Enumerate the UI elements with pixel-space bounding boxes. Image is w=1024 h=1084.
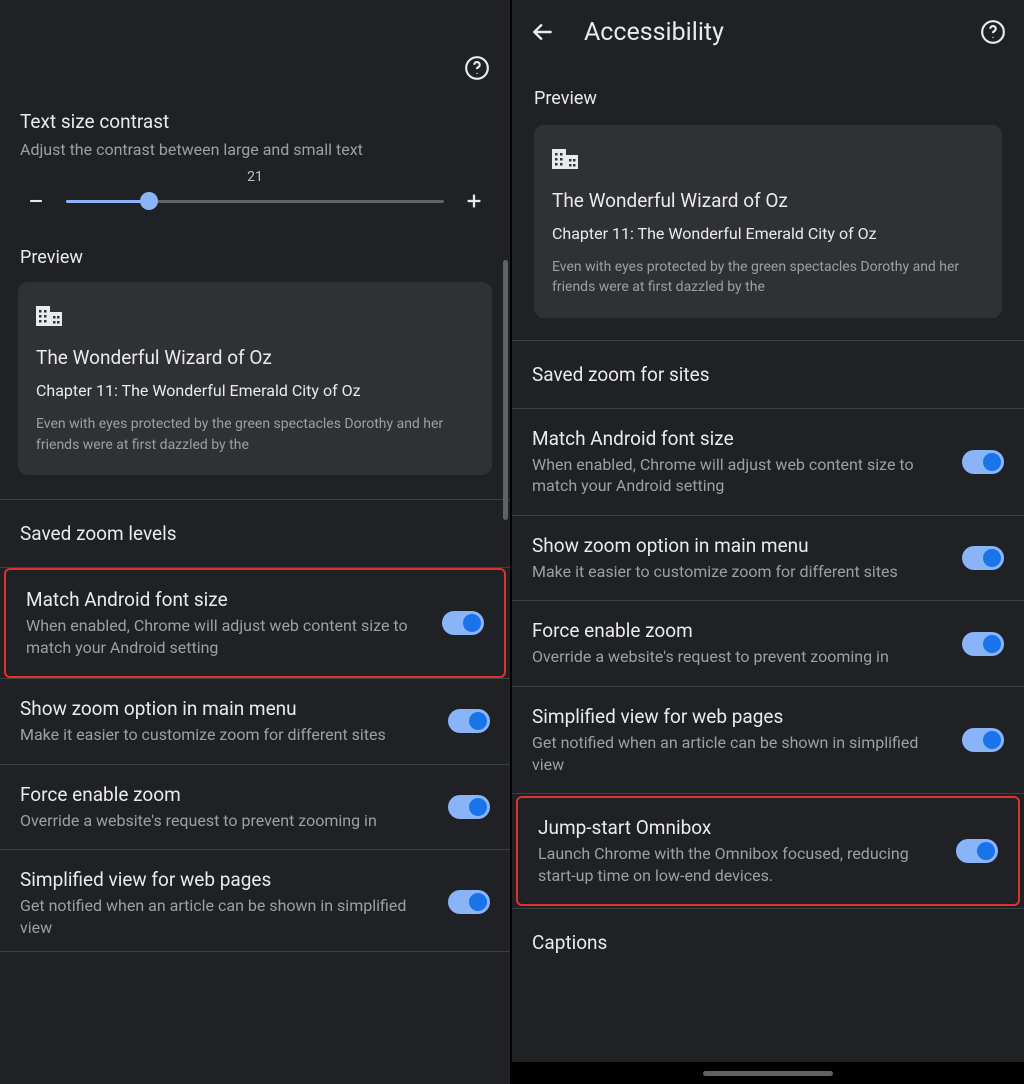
section-subtitle: Adjust the contrast between large and sm…	[20, 139, 490, 161]
right-panel: Accessibility Preview	[512, 0, 1024, 1084]
jump-start-toggle[interactable]	[956, 839, 998, 863]
preview-card: The Wonderful Wizard of Oz Chapter 11: T…	[18, 282, 492, 475]
page-title: Accessibility	[584, 18, 952, 47]
nav-handle[interactable]	[703, 1071, 833, 1076]
preview-label: Preview	[512, 64, 1024, 125]
force-zoom-toggle[interactable]	[962, 632, 1004, 656]
jump-start-omnibox-row[interactable]: Jump-start Omnibox Launch Chrome with th…	[518, 798, 1018, 904]
match-android-font-size-row[interactable]: Match Android font size When enabled, Ch…	[6, 570, 504, 676]
help-icon[interactable]	[980, 19, 1006, 45]
left-panel: Text size contrast Adjust the contrast b…	[0, 0, 512, 1084]
plus-icon[interactable]	[462, 189, 486, 213]
help-icon[interactable]	[464, 55, 490, 81]
preview-label: Preview	[0, 241, 510, 282]
force-enable-zoom-row[interactable]: Force enable zoom Override a website's r…	[0, 765, 510, 850]
preview-title: The Wonderful Wizard of Oz	[552, 189, 984, 212]
building-icon	[36, 302, 474, 330]
saved-zoom-levels-row[interactable]: Saved zoom levels	[0, 500, 510, 567]
slider-value: 21	[247, 169, 263, 185]
preview-body: Even with eyes protected by the green sp…	[36, 414, 474, 455]
preview-title: The Wonderful Wizard of Oz	[36, 346, 474, 369]
simplified-view-row[interactable]: Simplified view for web pages Get notifi…	[512, 687, 1024, 793]
show-zoom-toggle[interactable]	[448, 709, 490, 733]
simplified-view-toggle[interactable]	[448, 890, 490, 914]
match-android-toggle[interactable]	[962, 450, 1004, 474]
minus-icon[interactable]	[24, 189, 48, 213]
simplified-view-toggle[interactable]	[962, 728, 1004, 752]
saved-zoom-for-sites-row[interactable]: Saved zoom for sites	[512, 341, 1024, 408]
back-icon[interactable]	[530, 19, 556, 45]
section-title: Text size contrast	[20, 110, 490, 133]
slider-thumb[interactable]	[140, 192, 158, 210]
captions-row[interactable]: Captions	[512, 909, 1024, 976]
force-zoom-toggle[interactable]	[448, 795, 490, 819]
highlight-match-android: Match Android font size When enabled, Ch…	[4, 568, 506, 678]
contrast-slider[interactable]	[66, 200, 444, 203]
header: Accessibility	[512, 0, 1024, 64]
nav-bar	[512, 1062, 1024, 1084]
text-size-contrast-section: Text size contrast Adjust the contrast b…	[0, 92, 510, 169]
show-zoom-option-row[interactable]: Show zoom option in main menu Make it ea…	[0, 679, 510, 764]
preview-chapter: Chapter 11: The Wonderful Emerald City o…	[36, 381, 474, 400]
contrast-slider-row: 21	[0, 169, 510, 241]
show-zoom-option-row[interactable]: Show zoom option in main menu Make it ea…	[512, 516, 1024, 601]
preview-chapter: Chapter 11: The Wonderful Emerald City o…	[552, 224, 984, 243]
scrollbar[interactable]	[503, 260, 508, 520]
match-android-toggle[interactable]	[442, 611, 484, 635]
match-android-font-size-row[interactable]: Match Android font size When enabled, Ch…	[512, 409, 1024, 515]
preview-card: The Wonderful Wizard of Oz Chapter 11: T…	[534, 125, 1002, 318]
simplified-view-row[interactable]: Simplified view for web pages Get notifi…	[0, 850, 510, 945]
highlight-jump-start-omnibox: Jump-start Omnibox Launch Chrome with th…	[516, 796, 1020, 906]
force-enable-zoom-row[interactable]: Force enable zoom Override a website's r…	[512, 601, 1024, 686]
building-icon	[552, 145, 984, 173]
preview-body: Even with eyes protected by the green sp…	[552, 257, 984, 298]
show-zoom-toggle[interactable]	[962, 546, 1004, 570]
